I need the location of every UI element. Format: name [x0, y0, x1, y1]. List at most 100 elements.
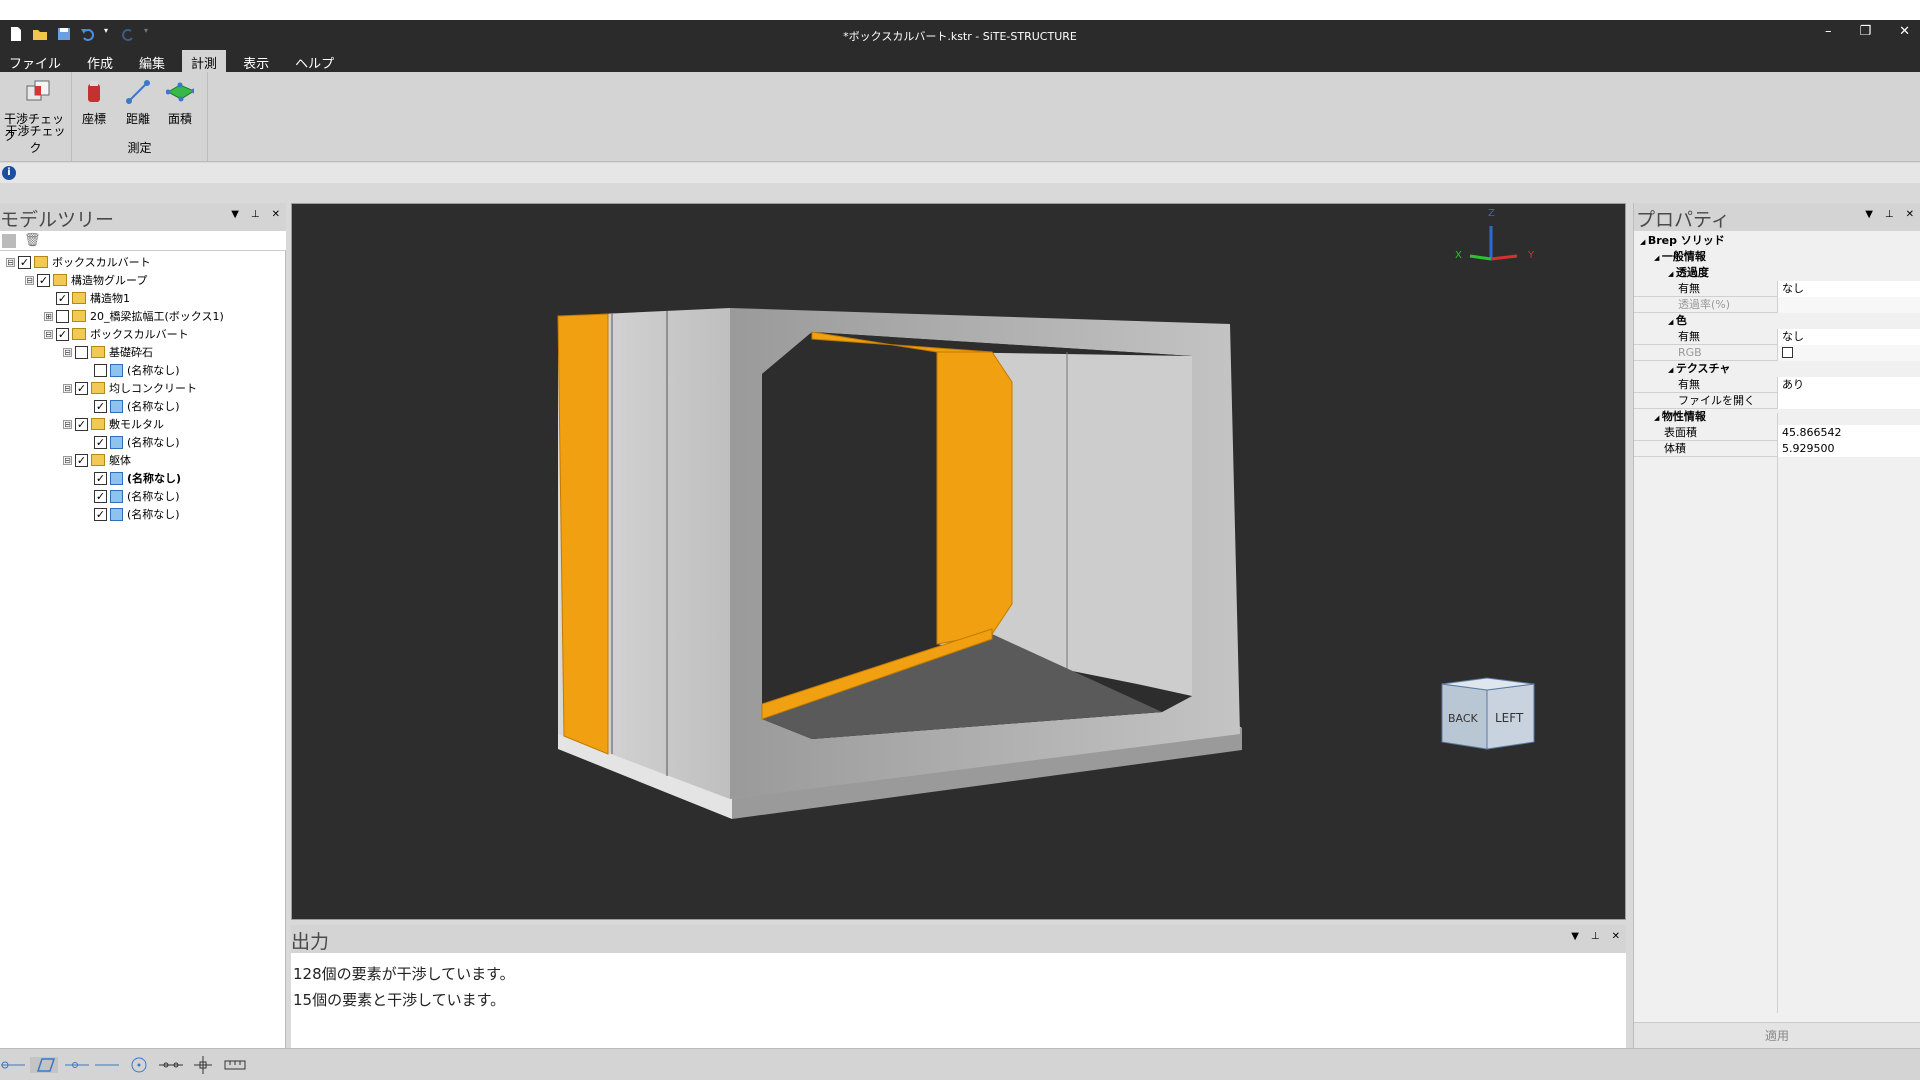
- coordinate-button[interactable]: 座標: [80, 78, 108, 127]
- tree-node[interactable]: ⊟ ✓ 躯体: [63, 451, 131, 469]
- tree-node-checkbox[interactable]: [56, 309, 69, 323]
- tree-node-checkbox[interactable]: [94, 363, 107, 377]
- tree-node-checkbox[interactable]: ✓: [75, 381, 88, 395]
- add-node-icon[interactable]: [2, 234, 16, 248]
- property-category[interactable]: ◢ 一般情報: [1634, 249, 1920, 265]
- view-cube[interactable]: BACK LEFT: [1441, 677, 1535, 750]
- property-row[interactable]: 有無 なし: [1634, 329, 1920, 345]
- tree-node[interactable]: ⊟ ✓ 均しコンクリート: [63, 379, 197, 397]
- tree-node-checkbox[interactable]: ✓: [75, 453, 88, 467]
- tree-node[interactable]: ✓ (名称なし): [82, 433, 180, 451]
- tree-expander-icon[interactable]: ⊟: [6, 257, 15, 267]
- tree-node[interactable]: ⊟ 基礎砕石: [63, 343, 153, 361]
- panel-pin-icon[interactable]: ⊥: [251, 209, 260, 220]
- tree-node-checkbox[interactable]: ✓: [94, 399, 107, 413]
- tree-node[interactable]: (名称なし): [82, 361, 180, 379]
- property-category[interactable]: ◢ 色: [1634, 313, 1920, 329]
- panel-close-icon[interactable]: ✕: [1612, 931, 1620, 942]
- tree-node-checkbox[interactable]: [75, 345, 88, 359]
- line-icon[interactable]: [94, 1057, 120, 1073]
- property-value[interactable]: なし: [1777, 281, 1920, 297]
- tree-node-checkbox[interactable]: ✓: [94, 471, 107, 485]
- panel-pin-icon[interactable]: ⊥: [1885, 209, 1894, 220]
- collapse-triangle-icon[interactable]: ◢: [1654, 254, 1662, 262]
- move-icon[interactable]: [192, 1056, 214, 1074]
- tree-expander-icon[interactable]: ⊟: [63, 383, 72, 393]
- view-cube-left[interactable]: LEFT: [1495, 711, 1524, 725]
- tree-expander-icon[interactable]: ⊞: [44, 311, 53, 321]
- 3d-viewport[interactable]: Z Y X BACK LEFT: [291, 203, 1626, 920]
- menu-measure[interactable]: 計測: [182, 50, 227, 72]
- property-value[interactable]: 5.929500: [1777, 441, 1920, 457]
- tree-node-checkbox[interactable]: ✓: [56, 291, 69, 305]
- tree-node-checkbox[interactable]: ✓: [94, 507, 107, 521]
- tree-expander-icon[interactable]: ⊟: [63, 455, 72, 465]
- panel-dropdown-icon[interactable]: ▼: [1865, 209, 1873, 220]
- property-category[interactable]: ◢ テクスチャ: [1634, 361, 1920, 377]
- property-row[interactable]: RGB: [1634, 345, 1920, 361]
- apply-button[interactable]: 適用: [1634, 1022, 1920, 1048]
- property-row[interactable]: 透過率(%): [1634, 297, 1920, 313]
- tree-node[interactable]: ✓ (名称なし): [82, 469, 181, 487]
- tree-node[interactable]: ✓ (名称なし): [82, 505, 180, 523]
- tree-node-checkbox[interactable]: ✓: [94, 435, 107, 449]
- delete-icon[interactable]: 🗑: [24, 233, 41, 248]
- menu-help[interactable]: ヘルプ: [286, 50, 343, 72]
- tree-node[interactable]: ✓ (名称なし): [82, 397, 180, 415]
- property-category[interactable]: ◢ 透過度: [1634, 265, 1920, 281]
- info-icon[interactable]: i: [2, 166, 16, 180]
- tree-node[interactable]: ⊟ ✓ ボックスカルバート: [6, 253, 151, 271]
- point-line-icon[interactable]: [64, 1057, 90, 1073]
- tree-expander-icon[interactable]: ⊟: [44, 329, 53, 339]
- property-row[interactable]: ファイルを開く: [1634, 393, 1920, 409]
- panel-dropdown-icon[interactable]: ▼: [1571, 931, 1579, 942]
- property-value[interactable]: [1777, 393, 1920, 409]
- collapse-triangle-icon[interactable]: ◢: [1640, 238, 1648, 246]
- tree-node-checkbox[interactable]: ✓: [37, 273, 50, 287]
- tree-node[interactable]: ⊟ ✓ 構造物グループ: [25, 271, 147, 289]
- panel-dropdown-icon[interactable]: ▼: [231, 209, 239, 220]
- area-button[interactable]: 面積: [166, 78, 194, 127]
- tree-node-checkbox[interactable]: ✓: [18, 255, 31, 269]
- tree-node-checkbox[interactable]: ✓: [56, 327, 69, 341]
- menu-create[interactable]: 作成: [78, 50, 122, 72]
- midpoint-icon[interactable]: [158, 1057, 184, 1073]
- menu-file[interactable]: ファイル: [0, 50, 70, 72]
- distance-button[interactable]: 距離: [124, 78, 152, 127]
- plane-snap-icon[interactable]: [30, 1057, 58, 1073]
- view-cube-back[interactable]: BACK: [1448, 712, 1479, 725]
- collapse-triangle-icon[interactable]: ◢: [1654, 414, 1662, 422]
- panel-close-icon[interactable]: ✕: [272, 209, 280, 220]
- tree-node[interactable]: ✓ 構造物1: [44, 289, 130, 307]
- tree-node-checkbox[interactable]: ✓: [75, 417, 88, 431]
- menu-view[interactable]: 表示: [234, 50, 278, 72]
- tree-expander-icon[interactable]: ⊟: [63, 347, 72, 357]
- property-value[interactable]: あり: [1777, 377, 1920, 393]
- property-value[interactable]: 45.866542: [1777, 425, 1920, 441]
- panel-pin-icon[interactable]: ⊥: [1591, 931, 1600, 942]
- property-row[interactable]: 有無 なし: [1634, 281, 1920, 297]
- tree-node-checkbox[interactable]: ✓: [94, 489, 107, 503]
- collapse-triangle-icon[interactable]: ◢: [1668, 366, 1676, 374]
- property-row[interactable]: 有無 あり: [1634, 377, 1920, 393]
- center-snap-icon[interactable]: [128, 1057, 150, 1073]
- tree-node[interactable]: ⊟ ✓ 敷モルタル: [63, 415, 164, 433]
- box-culvert-model[interactable]: Z Y X BACK LEFT: [292, 204, 1625, 919]
- rgb-checkbox[interactable]: [1782, 347, 1793, 358]
- ruler-icon[interactable]: [222, 1057, 248, 1073]
- tree-expander-icon[interactable]: ⊟: [25, 275, 34, 285]
- tree-node[interactable]: ⊞ 20_橋梁拡幅工(ボックス1): [44, 307, 224, 325]
- menu-edit[interactable]: 編集: [130, 50, 174, 72]
- close-button[interactable]: ✕: [1899, 24, 1910, 39]
- line-snap-icon[interactable]: [0, 1057, 26, 1073]
- tree-node[interactable]: ✓ (名称なし): [82, 487, 180, 505]
- restore-button[interactable]: ❐: [1859, 24, 1871, 39]
- tree-expander-icon[interactable]: ⊟: [63, 419, 72, 429]
- property-value[interactable]: なし: [1777, 329, 1920, 345]
- minimize-button[interactable]: –: [1825, 24, 1832, 39]
- property-category[interactable]: ◢ Brep ソリッド: [1634, 233, 1920, 249]
- collapse-triangle-icon[interactable]: ◢: [1668, 318, 1676, 326]
- collapse-triangle-icon[interactable]: ◢: [1668, 270, 1676, 278]
- panel-close-icon[interactable]: ✕: [1906, 209, 1914, 220]
- tree-node[interactable]: ⊟ ✓ ボックスカルバート: [44, 325, 189, 343]
